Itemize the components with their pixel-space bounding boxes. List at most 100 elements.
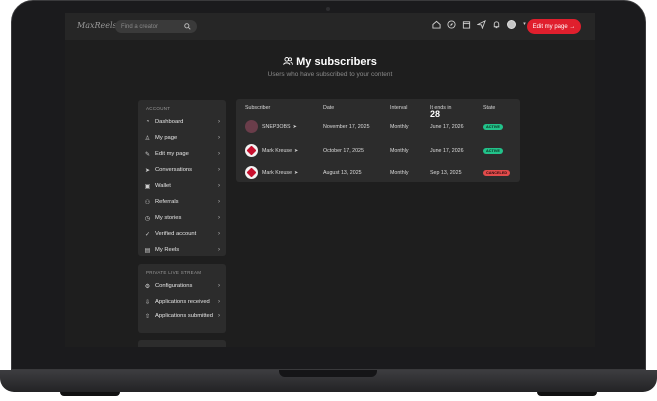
compass-icon[interactable] (447, 20, 456, 29)
sidebar-item-label: Configurations (155, 283, 193, 289)
subscribers-table: Subscriber Date Interval It ends in 28 S… (236, 99, 520, 182)
sidebar-item-applications-submitted[interactable]: ⇧ Applications submitted › (138, 310, 226, 335)
laptop-foot-left (60, 392, 120, 396)
inbox-icon: ⇩ (144, 299, 151, 306)
home-icon[interactable] (432, 20, 441, 29)
subscription-ends: June 17, 2026 (430, 148, 464, 154)
calendar-icon[interactable] (462, 20, 471, 29)
status-badge: CANCELED (483, 170, 511, 176)
subscriber-name-text: Mark Kreuse (262, 148, 293, 154)
subscriber-name: Mark Kreuse ➤ (262, 148, 298, 154)
sidebar-item-my-reels[interactable]: ▤ My Reels › (138, 242, 226, 258)
subscription-date: November 17, 2025 (323, 124, 370, 130)
chevron-right-icon: › (218, 135, 220, 141)
send-icon[interactable]: ➤ (293, 124, 297, 130)
subscriber-name: Mark Kreuse ➤ (262, 170, 298, 176)
search-input[interactable]: Find a creator (115, 20, 197, 33)
laptop-foot-right (537, 392, 597, 396)
send-icon[interactable]: ➤ (294, 170, 298, 176)
subscription-ends: Sep 13, 2025 (430, 170, 462, 176)
subscription-date: October 17, 2025 (323, 148, 364, 154)
gear-icon: ⚙ (144, 283, 151, 290)
sidebar-item-label: Conversations (155, 167, 193, 173)
header-subscriber: Subscriber (245, 105, 271, 111)
table-row[interactable]: Mark Kreuse ➤ August 13, 2025 Monthly Sep… (236, 162, 520, 184)
account-sidebar: ACCOUNT ◔ Dashboard › ♙ My page › ✎ Edit my p… (138, 100, 226, 256)
avatar (245, 120, 258, 133)
sidebar-item-conversations[interactable]: ➤ Conversations › (138, 162, 226, 178)
verified-icon: ✓ (144, 231, 151, 238)
sidebar-item-label: Verified account (155, 231, 197, 237)
chevron-right-icon: › (218, 299, 220, 305)
header-date: Date (323, 105, 335, 111)
user-icon: ♙ (144, 135, 151, 142)
send-icon[interactable]: ➤ (294, 148, 298, 154)
wallet-icon: ▣ (144, 183, 151, 190)
sidebar-item-referrals[interactable]: ⚇ Referrals › (138, 194, 226, 210)
chevron-right-icon: › (218, 119, 220, 125)
sidebar-item-configurations[interactable]: ⚙ Configurations › (138, 278, 226, 294)
top-navbar: MaxReels Find a creator ▾ Edit my page → (65, 13, 595, 40)
chevron-right-icon: › (218, 215, 220, 221)
screen: MaxReels Find a creator ▾ Edit my page →… (65, 13, 595, 347)
subscription-interval: Monthly (390, 148, 409, 154)
header-interval: Interval (390, 105, 408, 111)
sidebar-item-my-page[interactable]: ♙ My page › (138, 130, 226, 146)
sidebar-item-label: Applications submitted (155, 313, 214, 319)
search-icon (184, 23, 191, 30)
laptop-base-notch (279, 370, 377, 377)
search-placeholder: Find a creator (121, 23, 159, 30)
edit-my-page-button[interactable]: Edit my page → (527, 19, 581, 34)
avatar[interactable] (507, 20, 516, 29)
more-sidebar-section (138, 340, 226, 347)
table-row[interactable]: SNEP3OBS ➤ November 17, 2025 Monthly June… (236, 116, 520, 138)
sidebar-item-dashboard[interactable]: ◔ Dashboard › (138, 114, 226, 130)
reels-icon: ▤ (144, 247, 151, 254)
live-stream-heading: PRIVATE LIVE STREAM (146, 270, 202, 275)
account-heading: ACCOUNT (146, 106, 171, 111)
subscription-interval: Monthly (390, 170, 409, 176)
bell-icon[interactable] (492, 20, 501, 29)
chevron-right-icon: › (218, 231, 220, 237)
subscriber-name-text: SNEP3OBS (262, 124, 291, 130)
sidebar-item-label: Edit my page (155, 151, 189, 157)
chevron-right-icon: › (218, 247, 220, 253)
chevron-right-icon: › (218, 183, 220, 189)
referrals-icon: ⚇ (144, 199, 151, 206)
sidebar-item-applications-received[interactable]: ⇩ Applications received › (138, 294, 226, 310)
chevron-right-icon: › (218, 313, 220, 319)
page-subtitle: Users who have subscribed to your conten… (267, 71, 393, 78)
page-title: My subscribers (65, 56, 595, 68)
live-stream-sidebar: PRIVATE LIVE STREAM ⚙ Configurations › ⇩ Ap… (138, 264, 226, 333)
header-state: State (483, 105, 496, 111)
camera (326, 7, 330, 11)
dashboard-icon: ◔ (145, 119, 150, 125)
sidebar-item-verified-account[interactable]: ✓ Verified account › (138, 226, 226, 242)
sidebar-item-wallet[interactable]: ▣ Wallet › (138, 178, 226, 194)
chevron-right-icon: › (218, 199, 220, 205)
subscriber-name: SNEP3OBS ➤ (262, 124, 297, 130)
sidebar-item-label: Dashboard (155, 119, 184, 125)
logo[interactable]: MaxReels (77, 21, 117, 30)
sidebar-item-edit-my-page[interactable]: ✎ Edit my page › (138, 146, 226, 162)
avatar (245, 144, 258, 157)
send-icon: ➤ (144, 167, 151, 174)
pencil-icon: ✎ (144, 151, 151, 158)
sidebar-item-label: Wallet (155, 183, 171, 189)
status-badge: ACTIVE (483, 124, 503, 130)
chevron-right-icon: › (218, 151, 220, 157)
subscriber-name-text: Mark Kreuse (262, 170, 293, 176)
chevron-right-icon: › (218, 167, 220, 173)
subscription-ends: June 17, 2026 (430, 124, 464, 130)
subscription-date: August 13, 2025 (323, 170, 362, 176)
subscription-interval: Monthly (390, 124, 409, 130)
clock-icon: ◷ (144, 215, 151, 222)
send-icon[interactable] (477, 20, 486, 29)
avatar (245, 166, 258, 179)
status-badge: ACTIVE (483, 148, 503, 154)
outbox-icon: ⇧ (144, 314, 151, 320)
sidebar-item-label: My Reels (155, 247, 180, 253)
table-row[interactable]: Mark Kreuse ➤ October 17, 2025 Monthly Ju… (236, 140, 520, 162)
sidebar-item-label: My stories (155, 215, 182, 221)
sidebar-item-my-stories[interactable]: ◷ My stories › (138, 210, 226, 226)
